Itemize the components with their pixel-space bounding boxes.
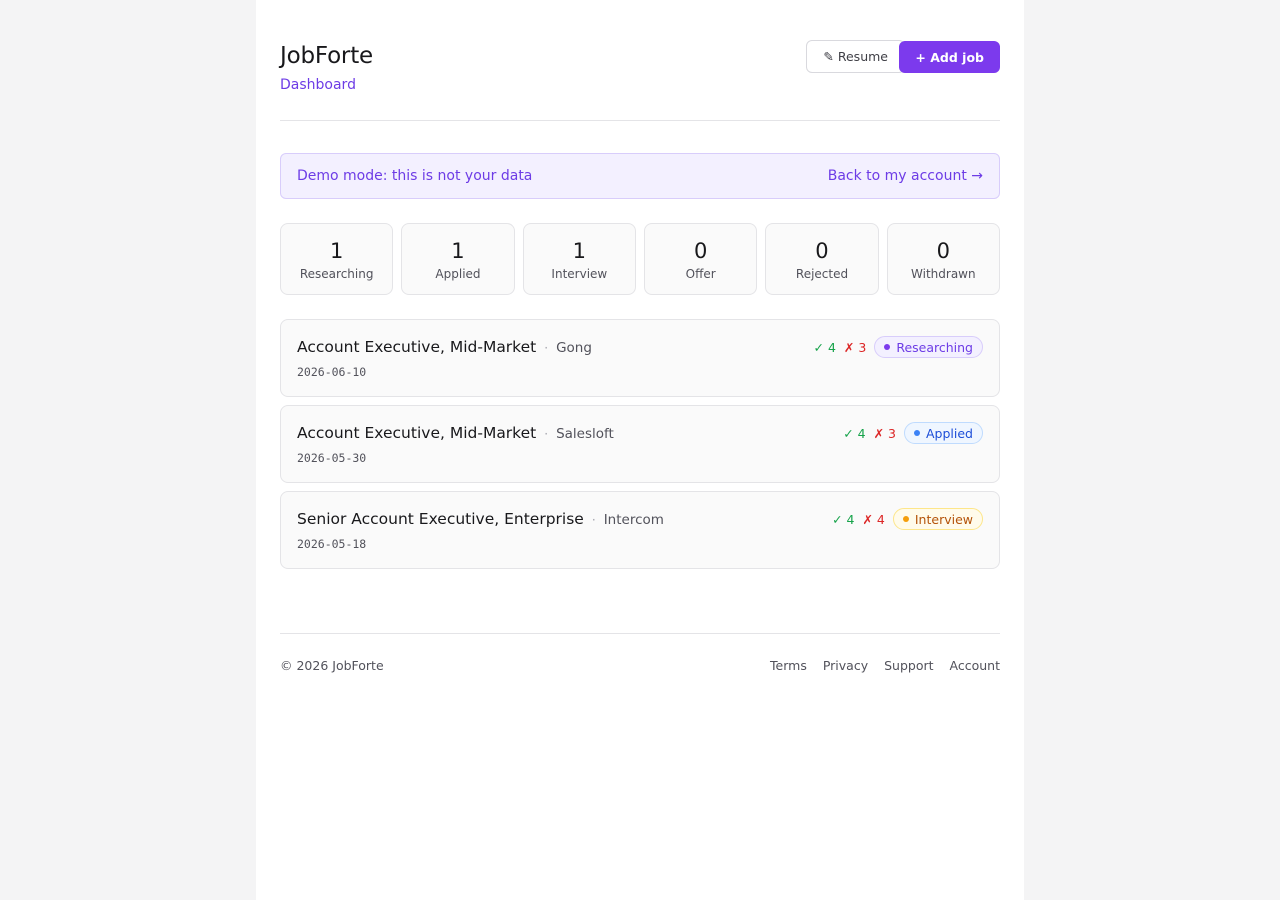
dashboard-link[interactable]: Dashboard [280,77,356,93]
stat-count: 0 [936,238,951,263]
stat-label: Withdrawn [911,266,976,281]
job-title: Senior Account Executive, Enterprise [297,510,584,528]
stat-label: Rejected [795,266,849,281]
stat-researching[interactable]: 1 Researching [280,223,394,295]
stat-count: 1 [572,238,587,263]
status-dot-icon [884,344,891,350]
job-company: Intercom [603,512,664,528]
separator-dot: · [544,341,549,355]
page-header: JobForte Dashboard ✎ Resume + Add job [280,0,1000,121]
stat-withdrawn[interactable]: 0 Withdrawn [886,223,1000,295]
stat-rejected[interactable]: 0 Rejected [765,223,879,295]
page-container: JobForte Dashboard ✎ Resume + Add job De… [256,0,1024,900]
stat-interview[interactable]: 1 Interview [522,223,636,295]
job-card[interactable]: Account Executive, Mid-Market · Gong 202… [280,319,1000,397]
job-meta: ✓ 4 ✗ 3 Researching [814,336,983,358]
pros-count: ✓ 4 [843,425,866,441]
stat-label: Offer [685,266,716,281]
job-company: Gong [556,340,592,356]
job-date: 2026-06-10 [297,365,367,379]
job-heading: Senior Account Executive, Enterprise · I… [297,510,664,528]
job-title: Account Executive, Mid-Market [297,424,537,442]
job-title: Account Executive, Mid-Market [297,338,537,356]
footer-link-account[interactable]: Account [950,658,1000,673]
status-dot-icon [902,516,909,522]
job-list: Account Executive, Mid-Market · Gong 202… [280,319,1000,577]
separator-dot: · [544,427,549,441]
stat-label: Applied [435,266,481,281]
cons-count: ✗ 4 [862,511,885,527]
resume-button[interactable]: ✎ Resume [806,40,905,73]
content-column: JobForte Dashboard ✎ Resume + Add job De… [280,0,1000,673]
pros-count: ✓ 4 [832,511,855,527]
footer-link-privacy[interactable]: Privacy [823,658,868,673]
cons-count: ✗ 3 [843,339,867,355]
demo-mode-banner: Demo mode: this is not your data Back to… [280,153,1000,199]
job-date: 2026-05-30 [297,451,367,465]
demo-mode-message: Demo mode: this is not your data [297,168,533,184]
job-meta: ✓ 4 ✗ 4 Interview [832,508,983,530]
job-date: 2026-05-18 [297,537,367,551]
copyright-text: © 2026 JobForte [280,658,384,673]
stat-count: 0 [693,238,708,263]
job-company: Salesloft [556,426,614,442]
stat-count: 0 [815,238,829,263]
stat-count: 1 [451,238,465,263]
job-heading: Account Executive, Mid-Market · Saleslof… [297,424,614,442]
status-label: Researching [896,339,973,355]
page-footer: © 2026 JobForte Terms Privacy Support Ac… [280,633,1000,693]
stat-label: Researching [299,266,374,281]
stat-label: Interview [551,266,608,281]
job-card[interactable]: Account Executive, Mid-Market · Saleslof… [280,405,1000,483]
footer-link-terms[interactable]: Terms [770,658,807,673]
job-heading: Account Executive, Mid-Market · Gong [297,338,592,356]
status-dot-icon [914,430,920,436]
back-to-account-link[interactable]: Back to my account → [828,168,983,184]
brand-title: JobForte [280,43,373,69]
status-badge: Applied [904,422,983,444]
stat-offer[interactable]: 0 Offer [644,223,758,295]
status-badge: Researching [874,336,983,358]
footer-links: Terms Privacy Support Account [770,658,1000,673]
status-badge: Interview [892,508,983,530]
stat-count: 1 [329,238,344,263]
footer-link-support[interactable]: Support [884,658,933,673]
stat-applied[interactable]: 1 Applied [401,223,515,295]
status-label: Applied [926,425,973,441]
add-job-button[interactable]: + Add job [899,41,1000,73]
separator-dot: · [591,513,596,527]
cons-count: ✗ 3 [873,425,896,441]
pros-count: ✓ 4 [813,339,836,355]
job-card[interactable]: Senior Account Executive, Enterprise · I… [280,491,1000,569]
status-label: Interview [914,511,973,527]
job-meta: ✓ 4 ✗ 3 Applied [843,422,983,444]
status-summary: 1 Researching 1 Applied 1 Interview 0 Of… [280,223,1000,295]
